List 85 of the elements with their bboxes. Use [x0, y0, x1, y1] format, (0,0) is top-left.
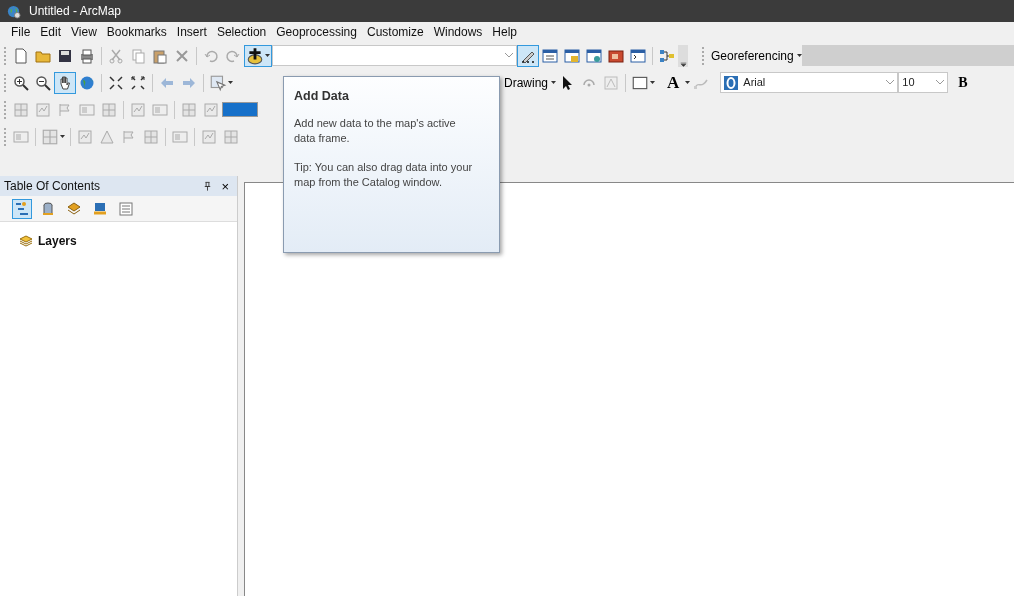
- menu-item[interactable]: View: [66, 23, 102, 41]
- toolbox-icon: [608, 47, 624, 64]
- caret-icon: [265, 53, 270, 58]
- app-globe-icon: [6, 3, 21, 19]
- terminal-icon: [630, 47, 646, 64]
- shapes-icon: [99, 128, 115, 145]
- font-field[interactable]: Arial: [720, 72, 899, 93]
- chevron-icon: [505, 53, 513, 58]
- tree-item[interactable]: Layers: [38, 232, 77, 250]
- window-title: Untitled - ArcMap: [29, 3, 122, 20]
- caret-icon: [796, 53, 802, 58]
- zoom-out-icon: [35, 74, 51, 91]
- table-icon: [542, 47, 558, 64]
- visibility-icon: [92, 200, 108, 217]
- caret-icon: [685, 80, 691, 85]
- flag-icon: [121, 128, 137, 145]
- tooltip-text: Add new data to the map's active data frame.: [294, 116, 457, 146]
- page-icon: [13, 47, 29, 64]
- map-icon: [77, 128, 93, 145]
- tooltip-tip: Tip: You can also drag data into your map from the Catalog window.: [294, 159, 474, 190]
- window-icon: [564, 47, 580, 64]
- select-icon: [209, 73, 227, 92]
- flag-icon: [57, 101, 73, 118]
- copy-icon: [130, 47, 146, 64]
- tooltip-title: Add Data: [294, 89, 350, 104]
- close-button[interactable]: ×: [221, 179, 229, 193]
- bold-button[interactable]: B: [956, 72, 970, 93]
- toolbar-menu[interactable]: Drawing: [501, 73, 551, 92]
- options-icon: [118, 200, 134, 217]
- model-icon: [659, 47, 675, 64]
- plus-icon: [246, 46, 264, 65]
- delete-icon: [174, 47, 190, 64]
- tool-dropdown-button[interactable]: [244, 44, 272, 67]
- map-icon: [130, 101, 146, 118]
- list-by-drawing-order-icon: [14, 200, 30, 217]
- grid-icon: [223, 128, 239, 145]
- text-color-button[interactable]: A: [665, 69, 682, 96]
- grid-icon: [41, 127, 59, 146]
- menu-item[interactable]: Insert: [171, 23, 212, 41]
- caret-icon: [551, 80, 556, 85]
- layout-icon: [13, 128, 29, 145]
- panel-tab[interactable]: [12, 198, 32, 219]
- layers-icon: [66, 200, 82, 217]
- menu-item[interactable]: Geoprocessing: [271, 23, 362, 41]
- grid-icon: [101, 101, 117, 118]
- layout-icon: [79, 101, 95, 118]
- panel-title: Table Of Contents: [4, 178, 101, 195]
- menu-item[interactable]: Edit: [35, 23, 67, 41]
- tool-button[interactable]: [54, 71, 76, 94]
- font-size-field[interactable]: 10: [898, 72, 949, 93]
- menu-item[interactable]: Selection: [211, 23, 272, 41]
- globe-icon: [79, 74, 95, 91]
- map-icon: [35, 101, 51, 118]
- color-box: [222, 102, 258, 117]
- chevron-icon: [936, 80, 945, 85]
- chevron-icon: [886, 80, 895, 85]
- layers-icon: [18, 233, 34, 249]
- grid-icon: [13, 101, 29, 118]
- font-icon: [723, 74, 740, 91]
- map-icon: [203, 101, 219, 118]
- hand-icon: [57, 74, 73, 91]
- toolbar-menu[interactable]: Georeferencing: [708, 46, 797, 65]
- arrows-in-icon: [108, 74, 124, 91]
- database-icon: [40, 200, 56, 217]
- menu-item[interactable]: Windows: [428, 23, 488, 41]
- scissors-icon: [108, 47, 124, 64]
- clipboard-icon: [152, 47, 168, 64]
- tool-button[interactable]: [517, 44, 539, 67]
- layout-icon: [152, 101, 168, 118]
- menu-item[interactable]: Customize: [361, 23, 429, 41]
- vertices-icon: [603, 74, 619, 91]
- map-icon: [201, 128, 217, 145]
- arrows-out-icon: [130, 74, 146, 91]
- caret-icon: [60, 134, 65, 139]
- grid-icon: [143, 128, 159, 145]
- grid-icon: [181, 101, 197, 118]
- window-icon: [586, 47, 602, 64]
- caret-icon: [228, 80, 233, 85]
- caret-icon: [650, 80, 655, 85]
- menu-item[interactable]: Help: [487, 23, 523, 41]
- printer-icon: [79, 47, 95, 64]
- menu-item[interactable]: File: [6, 23, 36, 41]
- zoom-in-icon: [13, 74, 29, 91]
- layout-icon: [172, 128, 188, 145]
- menu-item[interactable]: Bookmarks: [101, 23, 172, 41]
